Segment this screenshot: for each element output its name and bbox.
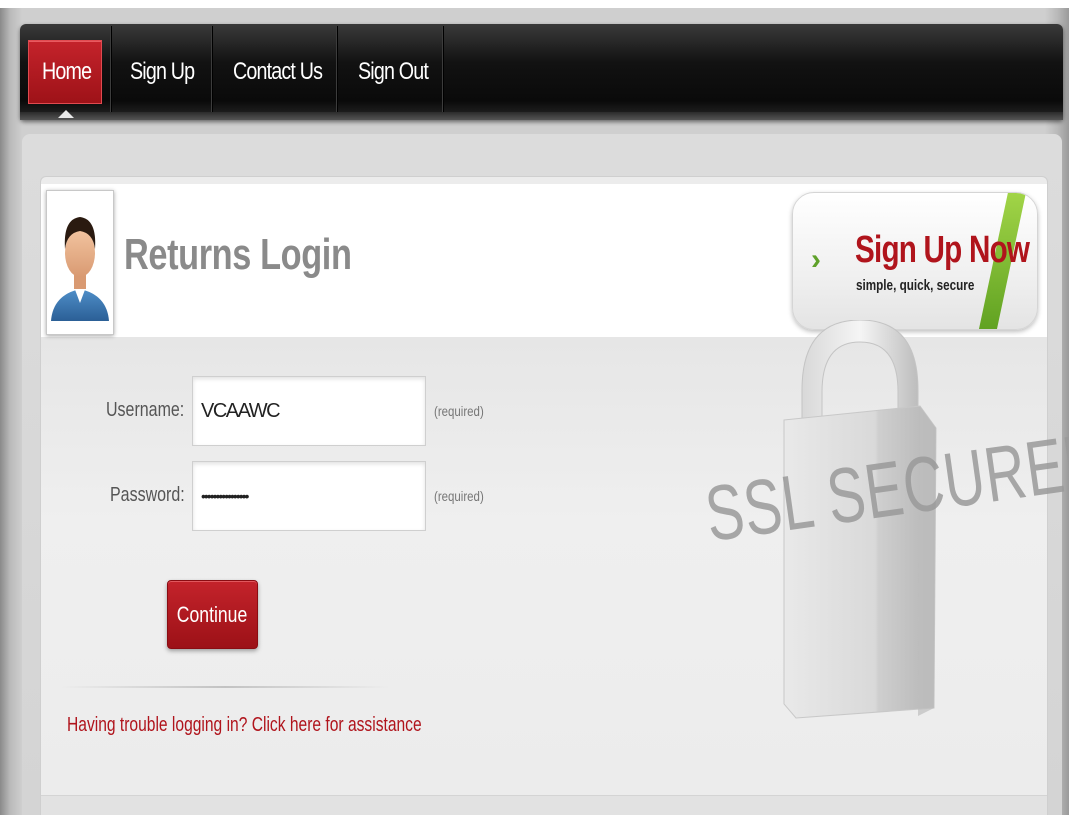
login-assistance-link[interactable]: Having trouble logging in? Click here fo…	[67, 714, 422, 737]
login-footer-bar	[41, 795, 1047, 815]
nav-separator	[336, 26, 337, 112]
username-input[interactable]	[192, 376, 426, 446]
username-label: Username:	[106, 399, 185, 421]
nav-item-contact-us[interactable]: Contact Us	[233, 40, 323, 104]
nav-separator	[442, 26, 443, 112]
navbar-bottom-edge	[20, 112, 1063, 120]
sign-up-now-subtitle: simple, quick, secure	[856, 277, 975, 294]
sign-up-now-title: Sign Up Now	[855, 229, 1030, 271]
page-title: Returns Login	[124, 230, 352, 279]
divider	[60, 686, 390, 688]
password-label: Password:	[110, 484, 185, 506]
nav-item-sign-out[interactable]: Sign Out	[358, 40, 429, 104]
password-required-note: (required)	[434, 488, 484, 504]
sign-up-now-button[interactable]: › Sign Up Now simple, quick, secure	[792, 192, 1038, 330]
continue-button[interactable]: Continue	[167, 580, 258, 649]
username-required-note: (required)	[434, 403, 484, 419]
nav-separator	[110, 26, 111, 112]
nav-separator	[211, 26, 212, 112]
password-input[interactable]	[192, 461, 426, 531]
active-indicator-icon	[58, 110, 74, 118]
continue-button-label: Continue	[177, 601, 248, 627]
nav-item-home[interactable]: Home	[42, 40, 92, 104]
top-strip	[0, 0, 1069, 8]
chevron-right-icon: ›	[811, 243, 821, 276]
user-avatar-icon	[46, 190, 114, 335]
nav-item-sign-up[interactable]: Sign Up	[130, 40, 195, 104]
